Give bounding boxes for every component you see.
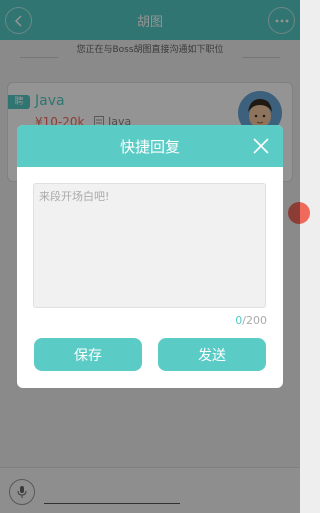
quick-reply-input[interactable]: [33, 183, 266, 308]
close-icon[interactable]: [251, 136, 271, 156]
quick-reply-dialog: 快捷回复 0/200 保存 发送: [17, 125, 283, 388]
save-button[interactable]: 保存: [34, 338, 142, 371]
char-counter: 0/200: [235, 314, 267, 327]
dialog-title: 快捷回复: [119, 138, 180, 156]
char-count-max: /200: [242, 314, 267, 327]
send-button[interactable]: 发送: [158, 338, 266, 371]
dialog-header: 快捷回复: [17, 125, 283, 167]
